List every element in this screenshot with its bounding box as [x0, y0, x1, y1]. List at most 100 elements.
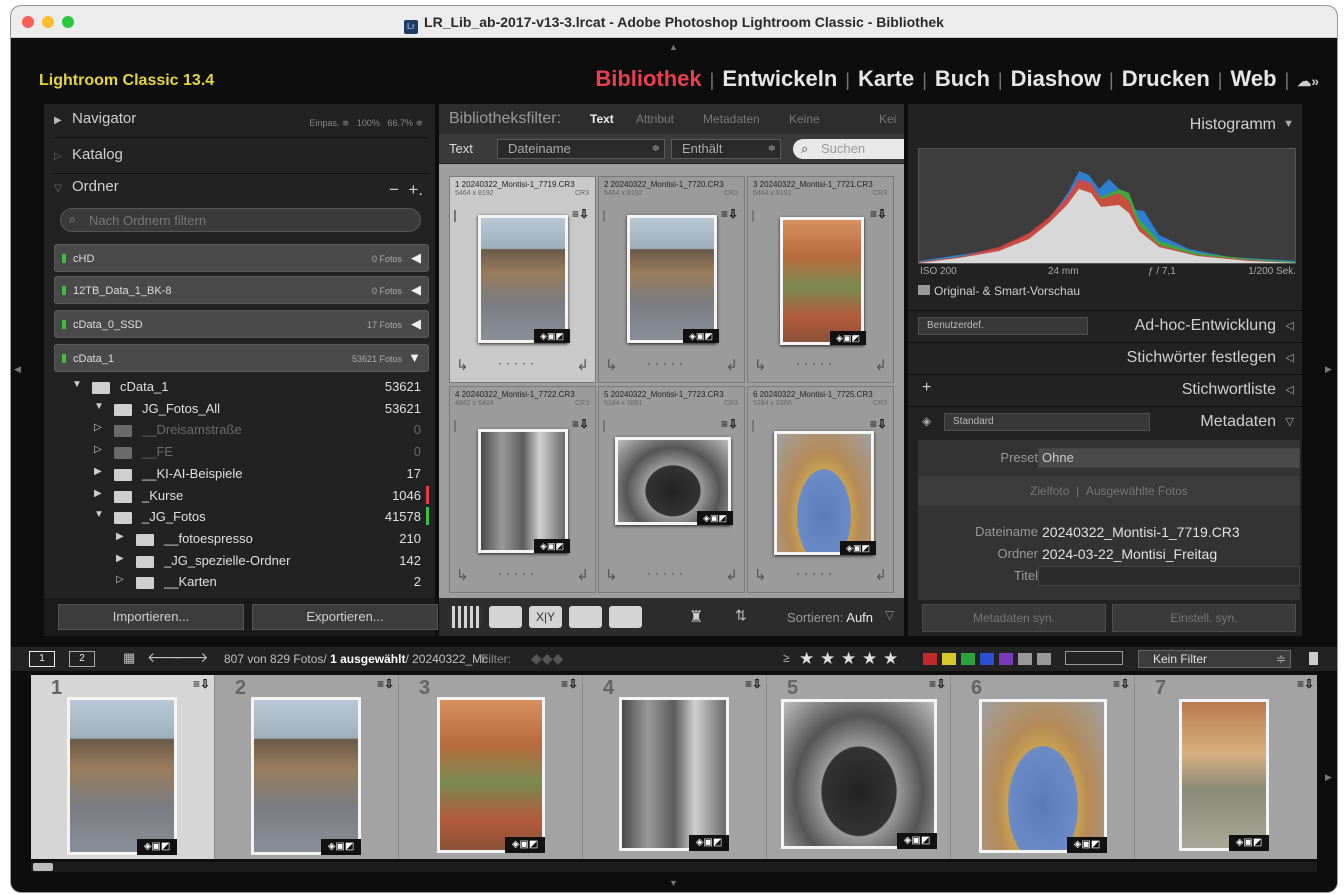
folder-toggle-icon[interactable]: ▶	[116, 531, 124, 542]
rotate-left-icon[interactable]: ↳	[456, 566, 469, 584]
color-label-filter[interactable]	[961, 653, 975, 665]
remove-folder-button[interactable]: −	[389, 180, 399, 200]
color-label-filter[interactable]	[923, 653, 937, 665]
flag-icon[interactable]	[603, 210, 613, 222]
filter-tab-metadaten[interactable]: Metadaten	[703, 112, 760, 126]
cloud-sync-icon[interactable]: ☁»	[1297, 73, 1319, 89]
folder-row[interactable]: ▷ __Dreisamstraße 0	[54, 419, 429, 441]
grid-view-button[interactable]	[449, 606, 482, 628]
photo-thumbnail[interactable]	[627, 215, 717, 343]
rating-dots[interactable]: ·····	[796, 356, 836, 370]
filmstrip-thumb[interactable]: 6 ≡⇩ ◈▣◩	[951, 675, 1135, 859]
rating-filter-star[interactable]: ★	[799, 649, 814, 669]
grid-cell[interactable]: 4 20240322_Montisi-1_7722.CR3 4842 x 6404…	[449, 386, 596, 593]
sort-control[interactable]: Sortieren: Aufn	[787, 610, 873, 625]
histogram[interactable]	[918, 148, 1296, 264]
metadata-header[interactable]: ◈ Standard Metadaten ▽	[908, 406, 1302, 436]
filmstrip-thumb[interactable]: 5 ≡⇩ ◈▣◩	[767, 675, 951, 859]
folder-row[interactable]: ▷ __FE 0	[54, 441, 429, 463]
folder-toggle-icon[interactable]: ▶	[94, 466, 102, 477]
volume-toggle-icon[interactable]: ◀	[411, 282, 421, 298]
collapse-bottom-panel-icon[interactable]: ▼	[669, 878, 678, 888]
filmstrip-thumb[interactable]: 7 ≡⇩ ◈▣◩	[1135, 675, 1317, 859]
rotate-right-icon[interactable]: ↲	[874, 356, 887, 374]
filmstrip-thumb[interactable]: 2 ≡⇩ ◈▣◩	[215, 675, 399, 859]
filter-field-select[interactable]: Dateiname ≑	[497, 139, 665, 159]
metadata-view-select[interactable]: Standard	[944, 413, 1150, 431]
filter-tab-attribut[interactable]: Attribut	[636, 112, 674, 126]
module-diashow[interactable]: Diashow	[1011, 66, 1101, 91]
rotate-left-icon[interactable]: ↳	[456, 356, 469, 374]
folder-toggle-icon[interactable]: ▷	[94, 422, 102, 433]
module-karte[interactable]: Karte	[858, 66, 914, 91]
flag-icon[interactable]	[603, 420, 613, 432]
rating-filter-star[interactable]: ★	[862, 649, 877, 669]
filmstrip-scrollbar[interactable]	[31, 862, 1317, 872]
forward-arrow-icon[interactable]: 🡒	[171, 649, 209, 666]
filter-rule-select[interactable]: Enthält ≑	[671, 139, 781, 159]
color-label-filter[interactable]	[980, 653, 994, 665]
volume-1[interactable]: 12TB_Data_1_BK-8 0 Fotos ◀	[54, 276, 429, 304]
rating-dots[interactable]: ·····	[498, 356, 538, 370]
folder-row[interactable]: ▶ _Kurse 1046	[54, 485, 429, 507]
grid-cell[interactable]: 3 20240322_Montisi-1_7721.CR3 5464 x 8192…	[747, 176, 894, 383]
rotate-right-icon[interactable]: ↲	[576, 566, 589, 584]
folder-row[interactable]: ▷ __Karten 2	[54, 571, 429, 593]
saved-preset-select[interactable]: Benutzerdef.	[918, 317, 1088, 335]
photo-thumbnail[interactable]	[781, 699, 937, 849]
filter-preset-menu[interactable]: Kei	[879, 112, 896, 126]
toolbar-menu-icon[interactable]: ▽	[885, 608, 894, 622]
photo-thumbnail[interactable]	[774, 431, 874, 555]
photo-thumbnail[interactable]	[619, 697, 729, 851]
navigator-header[interactable]: ▶ Navigator Einpas. ≑ 100% 66.7% ≑	[54, 110, 429, 138]
rotate-left-icon[interactable]: ↳	[605, 356, 618, 374]
photo-thumbnail[interactable]	[437, 697, 545, 853]
flag-icon[interactable]	[752, 210, 762, 222]
folder-toggle-icon[interactable]: ▼	[72, 379, 82, 390]
metadata-title-input[interactable]	[1038, 566, 1300, 586]
photo-thumbnail[interactable]	[478, 429, 568, 553]
rating-dots[interactable]: ·····	[647, 356, 687, 370]
photo-thumbnail[interactable]	[979, 699, 1107, 853]
rotate-left-icon[interactable]: ↳	[605, 566, 618, 584]
rating-filter-star[interactable]: ★	[820, 649, 835, 669]
sort-direction-icon[interactable]: ⇅	[735, 607, 747, 624]
volume-3[interactable]: cData_1 53621 Fotos ▼	[54, 344, 429, 372]
loupe-view-button[interactable]	[489, 606, 522, 628]
folder-toggle-icon[interactable]: ▶	[94, 488, 102, 499]
survey-view-button[interactable]	[569, 606, 602, 628]
color-label-filter[interactable]	[1037, 653, 1051, 665]
sync-settings-button[interactable]: Einstell. syn.	[1112, 604, 1296, 632]
grid-cell[interactable]: 5 20240322_Montisi-1_7723.CR3 5184 x 3891…	[598, 386, 745, 593]
photo-thumbnail[interactable]	[251, 697, 361, 855]
photo-thumbnail[interactable]	[67, 697, 177, 855]
volume-0[interactable]: cHD 0 Fotos ◀	[54, 244, 429, 272]
filter-search-input[interactable]: ⌕ Suchen	[793, 139, 904, 159]
add-keyword-button[interactable]: +	[922, 379, 931, 397]
folders-header[interactable]: ▽ Ordner − +.	[54, 178, 429, 206]
filter-preset-select[interactable]: Kein Filter ≑	[1138, 650, 1291, 668]
flag-filter-icon[interactable]: ◆◆◆	[531, 650, 563, 667]
folder-row[interactable]: ▶ __fotoespresso 210	[54, 528, 429, 550]
grid-cell[interactable]: 1 20240322_Montisi-1_7719.CR3 5464 x 8192…	[449, 176, 596, 383]
module-buch[interactable]: Buch	[935, 66, 990, 91]
filmstrip-scroll-right-icon[interactable]: ▶	[1325, 772, 1332, 783]
flag-icon[interactable]	[454, 420, 464, 432]
keyword-list-header[interactable]: + Stichwortliste ◁	[908, 374, 1302, 404]
grid-cell[interactable]: 2 20240322_Montisi-1_7720.CR3 5464 x 8192…	[598, 176, 745, 383]
filter-lock-icon[interactable]	[1309, 652, 1318, 665]
rating-dots[interactable]: ·····	[647, 566, 687, 580]
folder-toggle-icon[interactable]: ▷	[116, 574, 124, 585]
module-bibliothek[interactable]: Bibliothek	[595, 66, 701, 91]
rating-filter-star[interactable]: ★	[883, 649, 898, 669]
folder-toggle-icon[interactable]: ▷	[94, 444, 102, 455]
module-web[interactable]: Web	[1230, 66, 1276, 91]
rotate-right-icon[interactable]: ↲	[725, 356, 738, 374]
import-button[interactable]: Importieren...	[58, 604, 244, 630]
volume-toggle-icon[interactable]: ▼	[408, 350, 421, 365]
color-label-filter[interactable]	[1018, 653, 1032, 665]
volume-2[interactable]: cData_0_SSD 17 Fotos ◀	[54, 310, 429, 338]
target-photo-toggle[interactable]: Zielfoto | Ausgewählte Fotos	[918, 476, 1300, 506]
module-entwickeln[interactable]: Entwickeln	[722, 66, 837, 91]
flag-icon[interactable]	[454, 210, 464, 222]
